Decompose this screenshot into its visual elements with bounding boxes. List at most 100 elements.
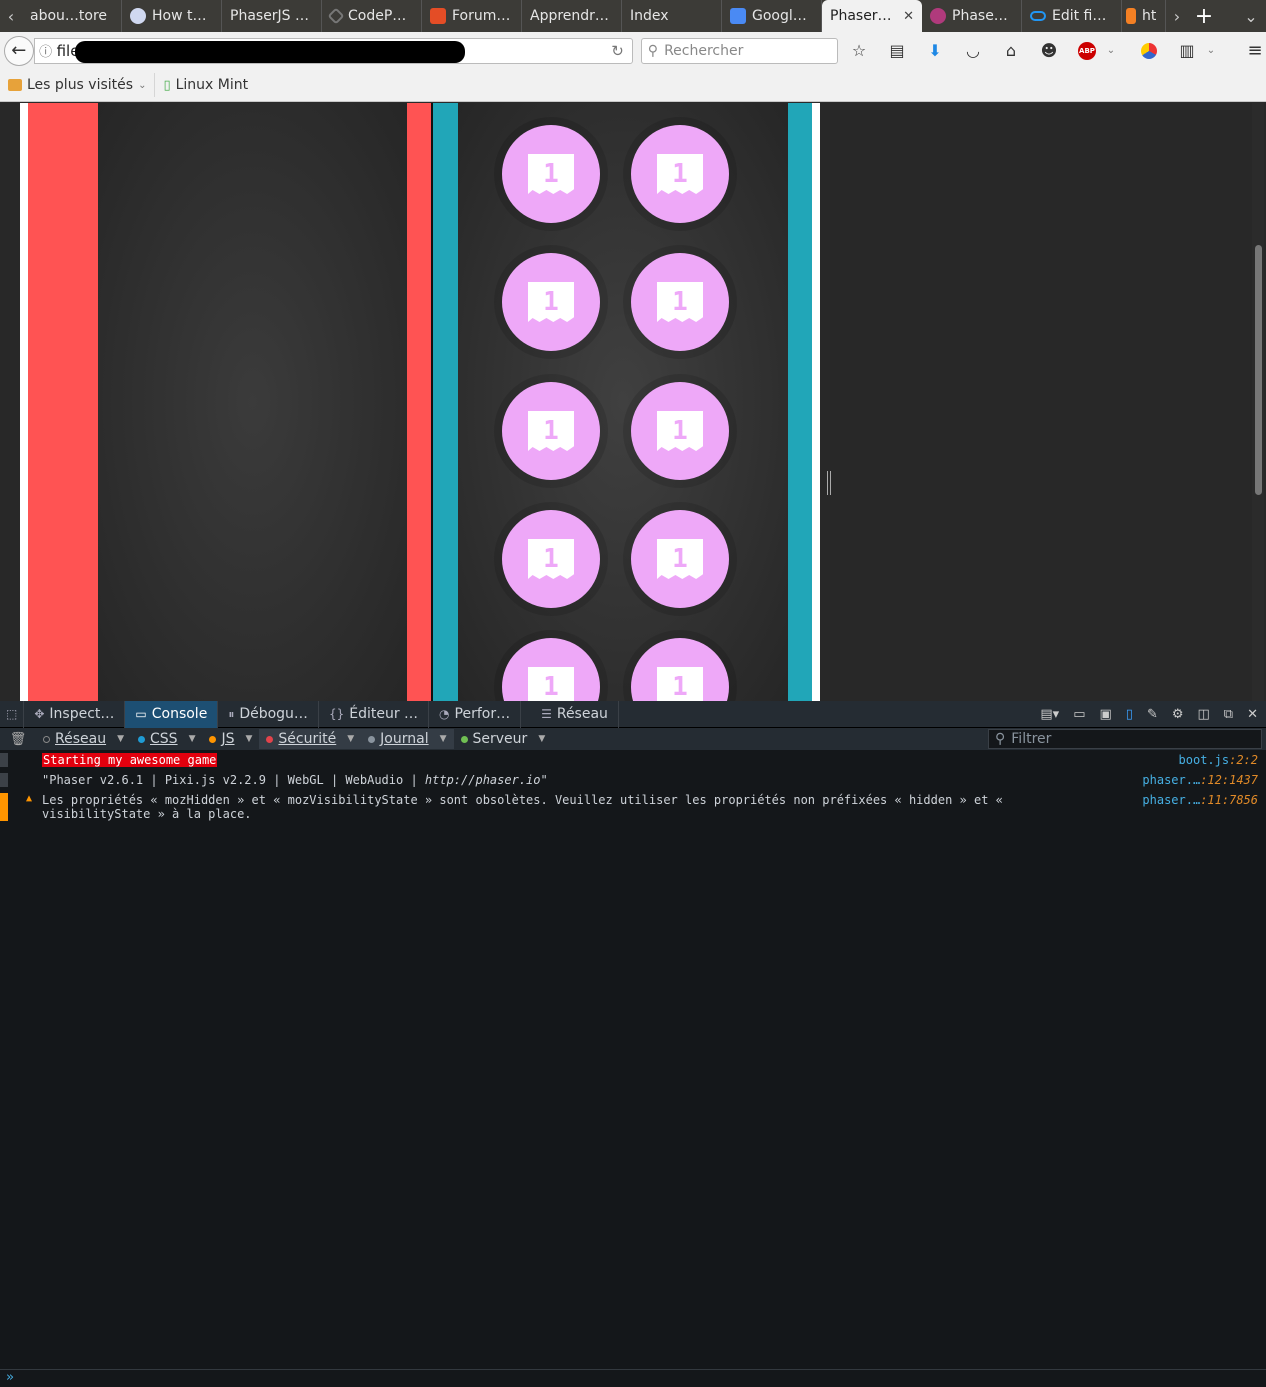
source-location[interactable]: :2:2 <box>1229 753 1258 767</box>
download-icon[interactable]: ⬇ <box>924 40 946 62</box>
dock-side-icon[interactable]: ◫ <box>1198 707 1210 722</box>
back-button[interactable]: ← <box>4 35 34 66</box>
message-source[interactable]: boot.js:2:2 <box>1118 753 1258 767</box>
dropdown-arrow-icon: ▼ <box>439 734 447 744</box>
source-file[interactable]: boot.js <box>1179 753 1230 767</box>
tab-inspector[interactable]: ✥ Inspect… <box>24 700 126 728</box>
console-command-line[interactable]: » <box>0 1369 1266 1387</box>
token-4[interactable]: 1 <box>631 253 729 351</box>
clipboard-dropdown-icon[interactable]: ⌄ <box>1200 40 1222 62</box>
tab-style-editor[interactable]: {} Éditeur … <box>319 700 430 728</box>
tab-11[interactable]: ht <box>1122 0 1166 32</box>
extension-icon[interactable] <box>1138 40 1160 62</box>
log-link[interactable]: http://phaser.io <box>425 773 541 787</box>
console-filter-input[interactable]: ⚲ Filtrer <box>988 729 1262 749</box>
ticket-icon: 1 <box>528 411 574 451</box>
bookmark-linux-mint[interactable]: ▯ Linux Mint <box>155 73 256 97</box>
token-3[interactable]: 1 <box>502 253 600 351</box>
scrollbar-thumb[interactable] <box>1255 245 1262 495</box>
clear-console-trash-icon[interactable]: 🗑 <box>0 732 36 747</box>
source-location[interactable]: :12:1437 <box>1200 773 1258 787</box>
tab-console[interactable]: ▭ Console <box>125 700 219 728</box>
tab-5[interactable]: Apprendr… <box>522 0 622 32</box>
frame-select-icon[interactable]: ▤▾ <box>1040 707 1059 722</box>
info-icon[interactable]: ⓘ <box>35 41 57 60</box>
console-row[interactable]: Starting my awesome game boot.js:2:2 <box>0 750 1266 770</box>
responsive-mode-icon[interactable]: ▯ <box>1126 707 1133 722</box>
filter-css[interactable]: CSS ▼ <box>131 729 202 749</box>
scratchpad-icon[interactable]: ▭ <box>1073 707 1085 722</box>
screenshot-icon[interactable]: ▣ <box>1099 707 1111 722</box>
source-file[interactable]: phaser.… <box>1142 793 1200 807</box>
tab-6[interactable]: Index <box>622 0 722 32</box>
adblock-dropdown-icon[interactable]: ⌄ <box>1100 40 1122 62</box>
tab-2[interactable]: PhaserJS … <box>222 0 322 32</box>
tab-performance[interactable]: ◔ Perfor… <box>429 700 522 728</box>
tab-network[interactable]: ☰ Réseau <box>521 700 619 728</box>
resize-handle[interactable] <box>827 471 831 495</box>
dropdown-arrow-icon: ▼ <box>347 734 355 744</box>
tab-4[interactable]: Forum… <box>422 0 522 32</box>
message-source[interactable]: phaser.…:11:7856 <box>1118 793 1258 807</box>
new-tab-button[interactable]: + <box>1188 0 1220 32</box>
ticket-icon: 1 <box>528 154 574 194</box>
eyedropper-icon[interactable]: ✎ <box>1147 707 1158 722</box>
source-location[interactable]: :11:7856 <box>1200 793 1258 807</box>
chat-icon[interactable]: ☻ <box>1038 40 1060 62</box>
log-text-tail: " <box>540 773 548 787</box>
token-label: 1 <box>543 159 559 189</box>
adblock-icon[interactable]: ABP <box>1076 40 1098 62</box>
console-row[interactable]: ▲ Les propriétés « mozHidden » et « mozV… <box>0 790 1266 824</box>
source-file[interactable]: phaser.… <box>1142 773 1200 787</box>
filter-security[interactable]: Sécurité ▼ <box>259 729 362 749</box>
home-icon[interactable]: ⌂ <box>1000 40 1022 62</box>
bookmark-star-icon[interactable]: ☆ <box>848 40 870 62</box>
token-7[interactable]: 1 <box>502 510 600 608</box>
menu-icon[interactable]: ≡ <box>1244 40 1266 62</box>
settings-gear-icon[interactable]: ⚙ <box>1172 707 1184 722</box>
token-1[interactable]: 1 <box>502 125 600 223</box>
clipboard-icon[interactable]: ▥ <box>1176 40 1198 62</box>
reload-icon[interactable]: ↻ <box>611 42 624 60</box>
token-6[interactable]: 1 <box>631 382 729 480</box>
search-input[interactable]: ⚲ Rechercher <box>640 37 838 64</box>
console-row[interactable]: "Phaser v2.6.1 | Pixi.js v2.2.9 | WebGL … <box>0 770 1266 790</box>
tab-label: Inspect… <box>49 706 115 722</box>
filter-label: Journal <box>380 731 429 747</box>
scroll-tabs-left-icon[interactable]: ‹ <box>0 0 22 32</box>
page-content: 1 1 1 1 1 1 1 1 1 1 <box>0 103 1266 701</box>
token-2[interactable]: 1 <box>631 125 729 223</box>
tab-7[interactable]: Googl… <box>722 0 822 32</box>
tab-10[interactable]: Edit fi… <box>1022 0 1122 32</box>
filter-js[interactable]: JS ▼ <box>202 729 259 749</box>
log-gutter <box>0 773 8 787</box>
close-tab-icon[interactable]: ✕ <box>903 9 914 24</box>
pocket-icon[interactable]: ◡ <box>962 40 984 62</box>
tab-list-chevron-icon[interactable]: ⌄ <box>1236 0 1266 32</box>
tab-3[interactable]: CodeP… <box>322 0 422 32</box>
element-picker-button[interactable]: ⬚ <box>0 700 25 728</box>
reader-list-icon[interactable]: ▤ <box>886 40 908 62</box>
scroll-tabs-right-icon[interactable]: › <box>1166 0 1188 32</box>
bookmark-most-visited[interactable]: Les plus visités ⌄ <box>0 73 156 97</box>
token-5[interactable]: 1 <box>502 382 600 480</box>
token-8[interactable]: 1 <box>631 510 729 608</box>
filter-logging[interactable]: Journal ▼ <box>361 729 454 749</box>
tab-0[interactable]: abou…tore <box>22 0 122 32</box>
url-bar[interactable]: ⓘ file:/ ↻ <box>33 37 633 64</box>
filter-server[interactable]: Serveur ▼ <box>454 729 553 749</box>
ticket-icon: 1 <box>657 539 703 579</box>
tab-debugger[interactable]: ⏸ Débogu… <box>218 700 319 728</box>
message-source[interactable]: phaser.…:12:1437 <box>1118 773 1258 787</box>
tab-label: Débogu… <box>239 706 308 722</box>
close-devtools-icon[interactable]: ✕ <box>1247 707 1258 722</box>
page-scrollbar[interactable] <box>1252 103 1264 701</box>
filter-label: Serveur <box>472 731 528 747</box>
tab-1[interactable]: How t… <box>122 0 222 32</box>
tab-9[interactable]: Phase… <box>922 0 1022 32</box>
filter-network[interactable]: Réseau ▼ <box>36 729 131 749</box>
undock-icon[interactable]: ⧉ <box>1224 707 1233 722</box>
tab-strip: ‹ abou…tore How t… PhaserJS … CodeP… For… <box>0 0 1266 32</box>
tab-8-active[interactable]: Phaser… ✕ <box>822 0 922 32</box>
game-canvas[interactable]: 1 1 1 1 1 1 1 1 1 1 <box>20 103 820 701</box>
